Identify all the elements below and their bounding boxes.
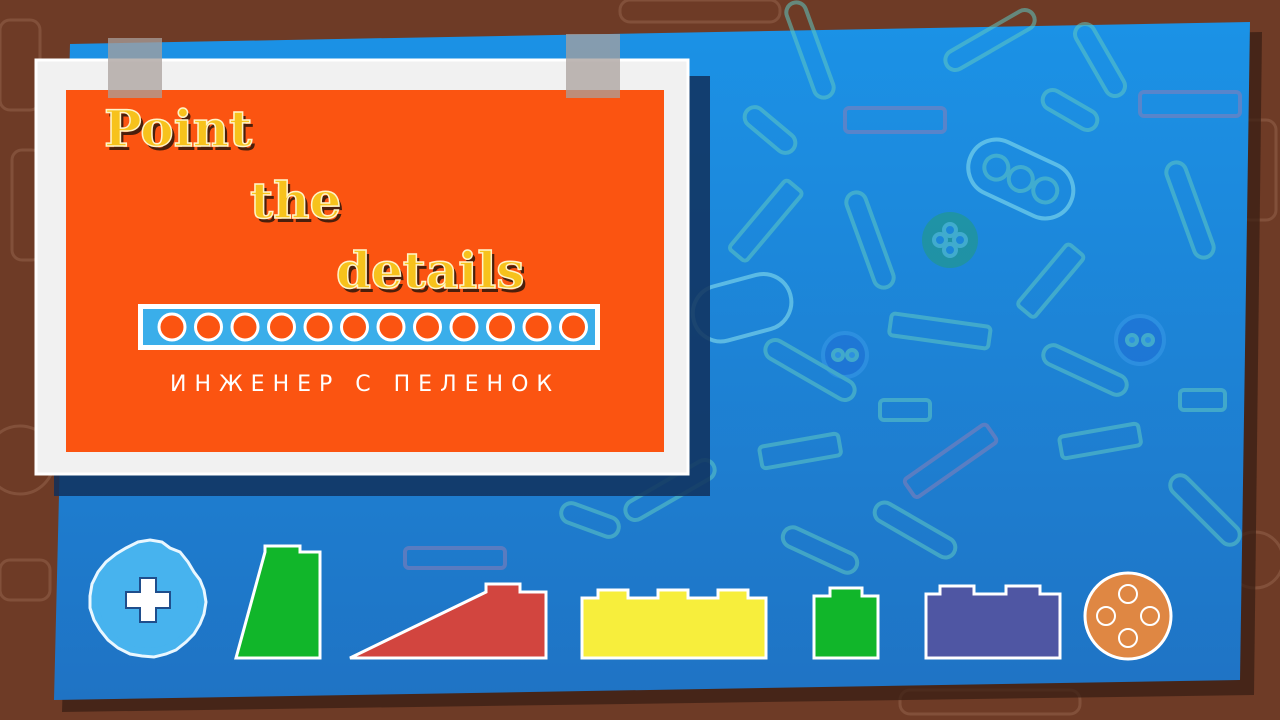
progress-slot xyxy=(267,312,296,342)
piece-brick-small-green[interactable] xyxy=(812,586,880,660)
progress-beam xyxy=(138,304,600,350)
progress-slot xyxy=(194,312,223,342)
title-line2: the xyxy=(250,171,341,230)
progress-slot xyxy=(340,312,369,342)
tape-left xyxy=(108,38,162,98)
progress-slot xyxy=(486,312,515,342)
progress-slot xyxy=(522,312,552,342)
tape-right xyxy=(566,34,620,98)
progress-slot xyxy=(413,312,442,342)
piece-brick-purple[interactable] xyxy=(924,584,1062,660)
progress-slot xyxy=(157,312,187,342)
subtitle: ИНЖЕНЕР С ПЕЛЕНОК xyxy=(170,372,560,397)
title-line3: details xyxy=(336,241,524,300)
progress-slot xyxy=(230,312,260,342)
progress-slot xyxy=(303,312,333,342)
title-line1: Point xyxy=(104,99,252,158)
piece-brick-yellow[interactable] xyxy=(580,588,768,660)
progress-slot xyxy=(376,312,406,342)
piece-round-plate[interactable] xyxy=(1083,571,1173,661)
progress-slot xyxy=(449,312,479,342)
game-scene: Point Point the the details details ИНЖЕ… xyxy=(0,0,1280,716)
progress-slot xyxy=(559,312,588,342)
